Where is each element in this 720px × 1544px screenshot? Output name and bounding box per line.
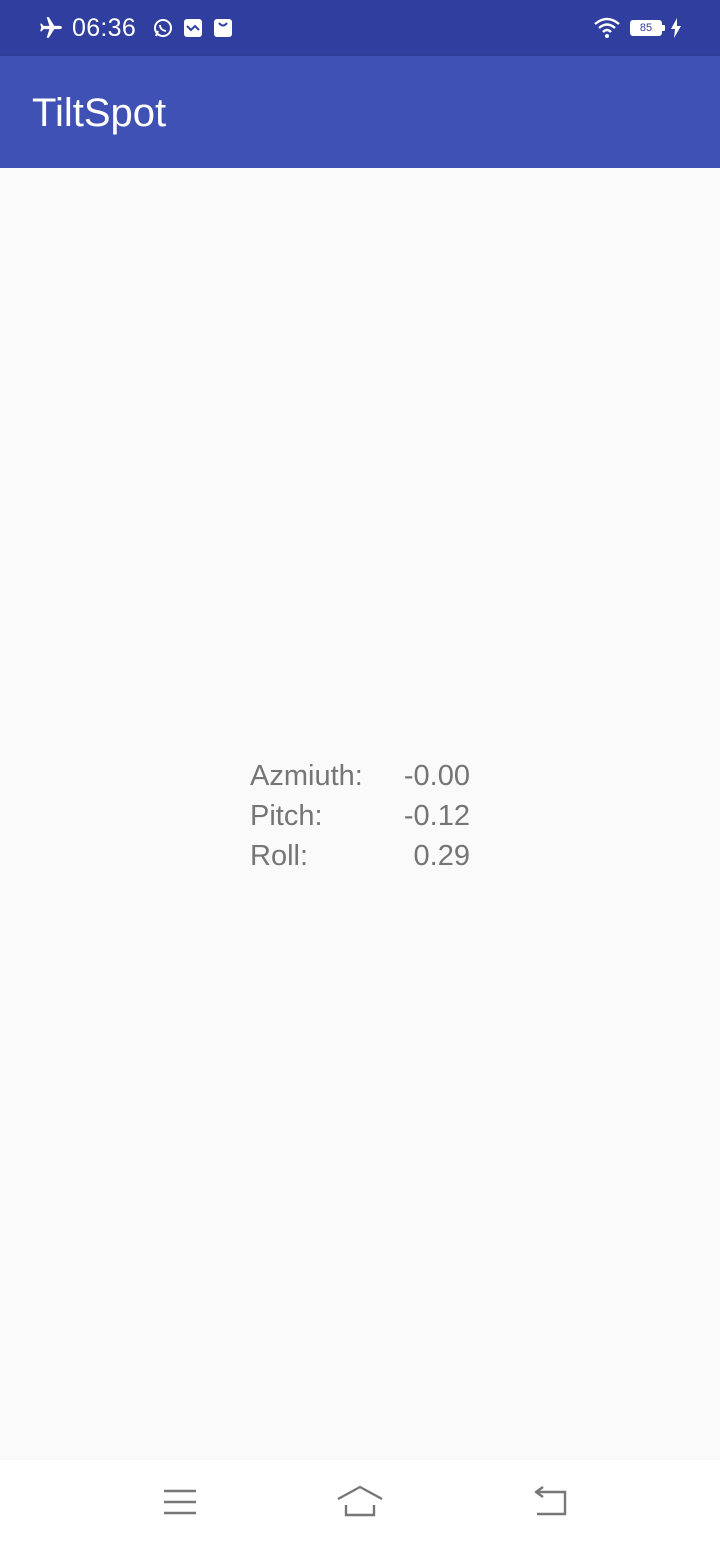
status-left: 06:36 <box>38 0 242 56</box>
message-icon <box>182 17 204 39</box>
whatsapp-icon <box>152 17 174 39</box>
home-icon <box>336 1485 384 1519</box>
status-right: 85 <box>594 0 682 56</box>
navigation-bar <box>0 1460 720 1544</box>
shopping-bag-icon <box>212 17 234 39</box>
pitch-row: Pitch: -0.12 <box>250 796 470 836</box>
app-title: TiltSpot <box>32 91 167 135</box>
menu-icon <box>163 1488 197 1516</box>
battery-icon: 85 <box>630 20 665 36</box>
back-button[interactable] <box>526 1480 574 1524</box>
app-bar: TiltSpot <box>0 56 720 168</box>
pitch-value: -0.12 <box>403 800 470 832</box>
status-bar: 06:36 85 <box>0 0 720 56</box>
back-icon <box>531 1486 569 1518</box>
menu-button[interactable] <box>156 1480 204 1524</box>
sensor-readings: Azmiuth: -0.00 Pitch: -0.12 Roll: 0.29 <box>250 756 470 876</box>
charging-icon <box>670 18 682 38</box>
roll-row: Roll: 0.29 <box>250 836 470 876</box>
home-button[interactable] <box>336 1480 384 1524</box>
battery-level: 85 <box>632 22 660 34</box>
status-time: 06:36 <box>72 13 137 42</box>
roll-label: Roll: <box>250 840 309 872</box>
roll-value: 0.29 <box>413 840 470 872</box>
azimuth-label: Azmiuth: <box>250 760 363 792</box>
airplane-icon <box>38 15 64 41</box>
azimuth-row: Azmiuth: -0.00 <box>250 756 470 796</box>
pitch-label: Pitch: <box>250 800 323 832</box>
wifi-icon <box>594 17 620 39</box>
azimuth-value: -0.00 <box>403 760 470 792</box>
main-content: Azmiuth: -0.00 Pitch: -0.12 Roll: 0.29 <box>0 168 720 1460</box>
